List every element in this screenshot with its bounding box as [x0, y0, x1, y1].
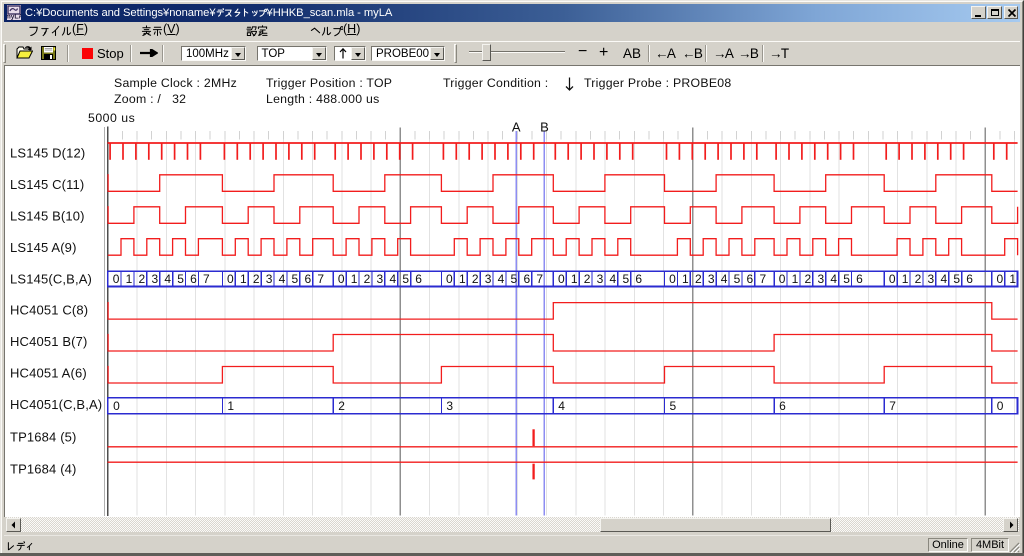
svg-text:0: 0	[889, 272, 896, 286]
svg-text:4: 4	[940, 272, 947, 286]
svg-text:0: 0	[669, 272, 676, 286]
svg-text:HC4051(C,B,A): HC4051(C,B,A)	[10, 397, 102, 412]
svg-text:LS145 C(11): LS145 C(11)	[10, 177, 84, 192]
svg-text:6: 6	[856, 272, 863, 286]
svg-text:HC4051 C(8): HC4051 C(8)	[10, 303, 88, 318]
svg-text:1: 1	[126, 272, 133, 286]
svg-text:6: 6	[523, 272, 530, 286]
svg-text:1: 1	[459, 272, 466, 286]
svg-text:1: 1	[571, 272, 578, 286]
svg-text:TP1684 (4): TP1684 (4)	[10, 462, 77, 477]
svg-text:3: 3	[708, 272, 715, 286]
svg-text:1: 1	[240, 272, 247, 286]
svg-text:6: 6	[747, 272, 754, 286]
svg-text:1: 1	[351, 272, 358, 286]
svg-text:1: 1	[1009, 272, 1016, 286]
svg-text:0: 0	[113, 399, 120, 413]
svg-text:5: 5	[843, 272, 850, 286]
svg-text:HC4051 A(6): HC4051 A(6)	[10, 366, 87, 381]
svg-text:3: 3	[485, 272, 492, 286]
svg-text:2: 2	[338, 399, 345, 413]
svg-text:6: 6	[635, 272, 642, 286]
svg-text:TP1684 (5): TP1684 (5)	[10, 430, 77, 445]
svg-text:4: 4	[279, 272, 286, 286]
svg-text:2: 2	[139, 272, 146, 286]
svg-text:2: 2	[915, 272, 922, 286]
svg-text:4: 4	[721, 272, 728, 286]
svg-text:2: 2	[472, 272, 479, 286]
svg-text:4: 4	[164, 272, 171, 286]
svg-text:0: 0	[997, 399, 1004, 413]
svg-text:7: 7	[203, 272, 210, 286]
svg-text:4: 4	[610, 272, 617, 286]
svg-text:5: 5	[670, 399, 677, 413]
svg-text:0: 0	[558, 272, 565, 286]
svg-text:5: 5	[953, 272, 960, 286]
svg-text:7: 7	[536, 272, 543, 286]
svg-text:2: 2	[695, 272, 702, 286]
svg-text:LS145(C,B,A): LS145(C,B,A)	[10, 272, 92, 287]
svg-text:2: 2	[364, 272, 371, 286]
svg-text:0: 0	[779, 272, 786, 286]
svg-text:5: 5	[622, 272, 629, 286]
svg-text:3: 3	[597, 272, 604, 286]
svg-text:4: 4	[498, 272, 505, 286]
svg-text:6: 6	[304, 272, 311, 286]
svg-text:A: A	[512, 120, 521, 135]
svg-text:4: 4	[389, 272, 396, 286]
svg-text:3: 3	[928, 272, 935, 286]
svg-text:HC4051 B(7): HC4051 B(7)	[10, 334, 88, 349]
svg-text:6: 6	[415, 272, 422, 286]
svg-text:B: B	[540, 120, 549, 135]
svg-text:2: 2	[584, 272, 591, 286]
svg-text:5: 5	[402, 272, 409, 286]
svg-text:5: 5	[292, 272, 299, 286]
svg-text:4: 4	[830, 272, 837, 286]
svg-text:7: 7	[317, 272, 324, 286]
svg-text:7: 7	[759, 272, 766, 286]
svg-text:0: 0	[338, 272, 345, 286]
svg-text:LS145 A(9): LS145 A(9)	[10, 240, 77, 255]
svg-text:LS145 B(10): LS145 B(10)	[10, 209, 85, 224]
svg-text:2: 2	[253, 272, 260, 286]
svg-text:0: 0	[996, 272, 1003, 286]
svg-text:5: 5	[177, 272, 184, 286]
svg-text:3: 3	[377, 272, 384, 286]
svg-text:5: 5	[511, 272, 518, 286]
svg-text:3: 3	[817, 272, 824, 286]
svg-text:0: 0	[446, 272, 453, 286]
svg-text:0: 0	[227, 272, 234, 286]
svg-text:6: 6	[190, 272, 197, 286]
svg-text:1: 1	[902, 272, 909, 286]
svg-text:0: 0	[113, 272, 120, 286]
svg-text:1: 1	[682, 272, 689, 286]
svg-text:3: 3	[151, 272, 158, 286]
svg-text:2: 2	[805, 272, 812, 286]
svg-text:4: 4	[558, 399, 565, 413]
svg-text:5: 5	[734, 272, 741, 286]
svg-text:LS145 D(12): LS145 D(12)	[10, 146, 85, 161]
svg-text:3: 3	[446, 399, 453, 413]
svg-text:6: 6	[966, 272, 973, 286]
svg-text:1: 1	[227, 399, 234, 413]
svg-text:7: 7	[889, 399, 896, 413]
svg-text:6: 6	[779, 399, 786, 413]
svg-text:3: 3	[266, 272, 273, 286]
svg-text:1: 1	[792, 272, 799, 286]
